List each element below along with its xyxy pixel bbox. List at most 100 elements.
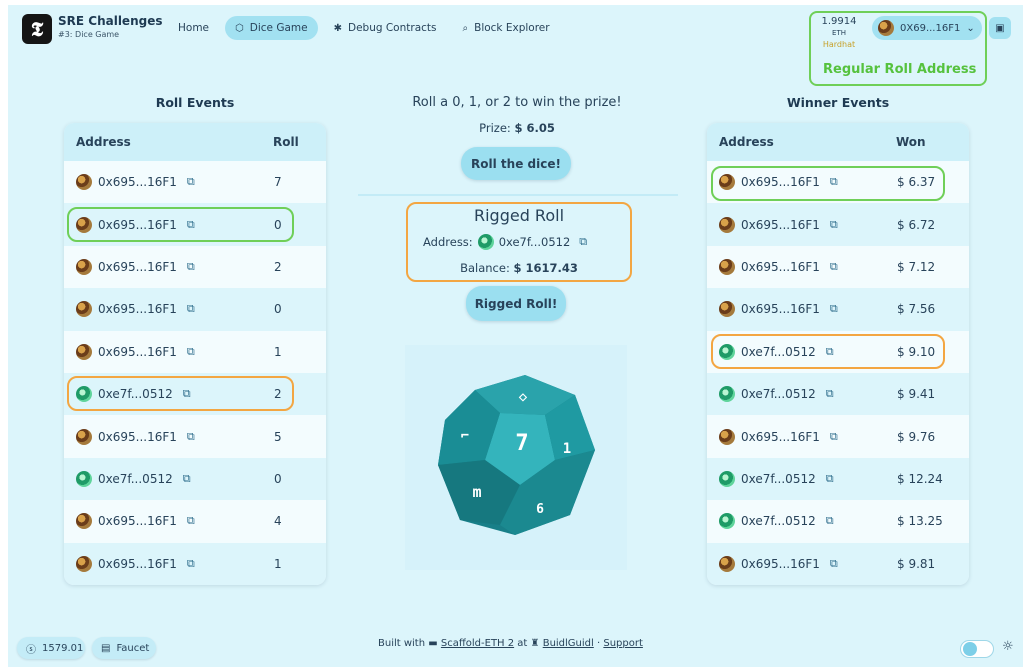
svg-text:m: m (472, 483, 481, 501)
address-text[interactable]: 0x695...16F1 (98, 345, 177, 359)
eth-price-pill[interactable]: ⓢ 1579.01 (17, 637, 85, 659)
copy-icon[interactable]: ⧉ (579, 235, 587, 249)
svg-text:⌐: ⌐ (461, 428, 469, 444)
logo[interactable]: 𝕿 (22, 14, 52, 44)
table-row: 0x695...16F1 ⧉ 5 (64, 415, 326, 458)
highlight-rigged-roll (67, 376, 294, 411)
table-row: 0x695...16F1 ⧉ 1 (64, 542, 326, 585)
copy-icon[interactable]: ⧉ (830, 260, 838, 274)
address-text[interactable]: 0xe7f...0512 (98, 472, 173, 486)
table-row: 0x695...16F1 ⧉ 2 (64, 245, 326, 289)
address-cell: 0x695...16F1 ⧉ (76, 258, 195, 275)
table-header: Address Roll (64, 123, 326, 161)
dice-face-number: 7 (515, 431, 528, 456)
faucet-button[interactable]: ▤ Faucet (92, 637, 156, 659)
nav-block-explorer[interactable]: ⌕ Block Explorer (453, 16, 560, 40)
value-cell: $ 7.12 (897, 259, 936, 274)
app-title: SRE Challenges (58, 14, 163, 28)
address-text[interactable]: 0x695...16F1 (98, 514, 177, 528)
table-row: 0xe7f...0512 ⧉ $ 13.25 (707, 500, 969, 543)
app-subtitle: #3: Dice Game (58, 30, 120, 39)
value-cell: $ 12.24 (897, 471, 943, 486)
roll-dice-button[interactable]: Roll the dice! (461, 147, 571, 180)
qr-code-button[interactable]: ▣ (989, 17, 1011, 39)
copy-icon[interactable]: ⧉ (187, 345, 195, 359)
nav-block-explorer-label: Block Explorer (474, 22, 550, 34)
copy-icon[interactable]: ⧉ (830, 430, 838, 444)
value-cell: 4 (274, 514, 282, 529)
copy-icon[interactable]: ⧉ (826, 514, 834, 528)
copy-icon[interactable]: ⧉ (826, 472, 834, 486)
balance-unit: ETH (832, 29, 846, 37)
address-text[interactable]: 0x695...16F1 (741, 302, 820, 316)
address-cell: 0x695...16F1 ⧉ (76, 174, 195, 191)
nav-home-label: Home (178, 22, 210, 34)
roll-events-title: Roll Events (155, 95, 235, 110)
address-text[interactable]: 0xe7f...0512 (741, 514, 816, 528)
table-row: 0x695...16F1 ⧉ $ 9.81 (707, 542, 969, 585)
copy-icon[interactable]: ⧉ (187, 514, 195, 528)
svg-text:◇: ◇ (519, 389, 528, 405)
regular-roll-annotation: Regular Roll Address (823, 62, 977, 77)
app-root: 𝕿 SRE Challenges #3: Dice Game Home ⬡ Di… (8, 5, 1023, 667)
value-cell: $ 13.25 (897, 514, 943, 529)
copy-icon[interactable]: ⧉ (830, 218, 838, 232)
svg-text:6: 6 (536, 502, 544, 517)
rigged-roll-button[interactable]: Rigged Roll! (466, 286, 566, 321)
brand[interactable]: SRE Challenges #3: Dice Game (58, 14, 162, 39)
address-cell: 0xe7f...0512 ⧉ (719, 513, 834, 530)
qr-icon: ▣ (995, 22, 1005, 34)
copy-icon[interactable]: ⧉ (183, 472, 191, 486)
nav-debug-contracts[interactable]: ✱ Debug Contracts (324, 16, 447, 40)
nav-dice-game[interactable]: ⬡ Dice Game (225, 16, 318, 40)
address-cell: 0x695...16F1 ⧉ (76, 555, 195, 572)
address-text[interactable]: 0x695...16F1 (98, 302, 177, 316)
roll-events-table: Address Roll 0x695...16F1 ⧉ 7 0x695...16F1 ⧉… (64, 123, 326, 585)
buidlguidl-link[interactable]: BuidlGuidl (543, 638, 594, 649)
table-row: 0x695...16F1 ⧉ 0 (64, 288, 326, 331)
avatar (719, 555, 735, 572)
value-cell: $ 6.72 (897, 217, 936, 232)
chevron-down-icon: ⌄ (966, 22, 975, 34)
address-text[interactable]: 0xe7f...0512 (741, 387, 816, 401)
address-text[interactable]: 0x695...16F1 (98, 430, 177, 444)
svg-text:1: 1 (563, 441, 571, 457)
copy-icon[interactable]: ⧉ (187, 430, 195, 444)
copy-icon[interactable]: ⧉ (830, 302, 838, 316)
footer-built-with: Built with (378, 638, 426, 649)
highlight-rigged-win (711, 334, 945, 369)
bug-icon: ✱ (333, 22, 342, 34)
avatar (76, 470, 92, 487)
copy-icon[interactable]: ⧉ (187, 557, 195, 571)
avatar (719, 258, 735, 275)
address-text[interactable]: 0x695...16F1 (741, 218, 820, 232)
scaffold-link[interactable]: Scaffold-ETH 2 (441, 638, 514, 649)
dice-animation-panel: 7 ◇ 1 ⌐ m 6 (405, 345, 627, 570)
address-text[interactable]: 0xe7f...0512 (741, 472, 816, 486)
address-text[interactable]: 0x695...16F1 (98, 557, 177, 571)
prize: Prize: $ 6.05 (358, 121, 676, 135)
value-cell: 0 (274, 302, 282, 317)
copy-icon[interactable]: ⧉ (187, 175, 195, 189)
table-header: Address Won (707, 123, 969, 161)
address-cell: 0x695...16F1 ⧉ (719, 301, 838, 318)
copy-icon[interactable]: ⧉ (830, 557, 838, 571)
address-text[interactable]: 0x695...16F1 (741, 557, 820, 571)
rigged-address-value[interactable]: 0xe7f...0512 (499, 235, 571, 249)
copy-icon[interactable]: ⧉ (826, 387, 834, 401)
dice-image: 7 ◇ 1 ⌐ m 6 (438, 375, 595, 535)
theme-toggle[interactable] (960, 640, 994, 658)
copy-icon[interactable]: ⧉ (187, 260, 195, 274)
copy-icon[interactable]: ⧉ (187, 302, 195, 316)
main-nav: Home ⬡ Dice Game ✱ Debug Contracts ⌕ Blo… (168, 16, 560, 40)
nav-home[interactable]: Home (168, 16, 219, 40)
footer-at: at (517, 638, 528, 649)
address-text[interactable]: 0x695...16F1 (98, 260, 177, 274)
divider (358, 194, 678, 196)
address-text[interactable]: 0x695...16F1 (98, 175, 177, 189)
avatar (719, 386, 735, 403)
support-link[interactable]: Support (603, 638, 643, 649)
address-text[interactable]: 0x695...16F1 (741, 260, 820, 274)
account-button[interactable]: 0X69...16F1 ⌄ (872, 16, 982, 40)
address-text[interactable]: 0x695...16F1 (741, 430, 820, 444)
